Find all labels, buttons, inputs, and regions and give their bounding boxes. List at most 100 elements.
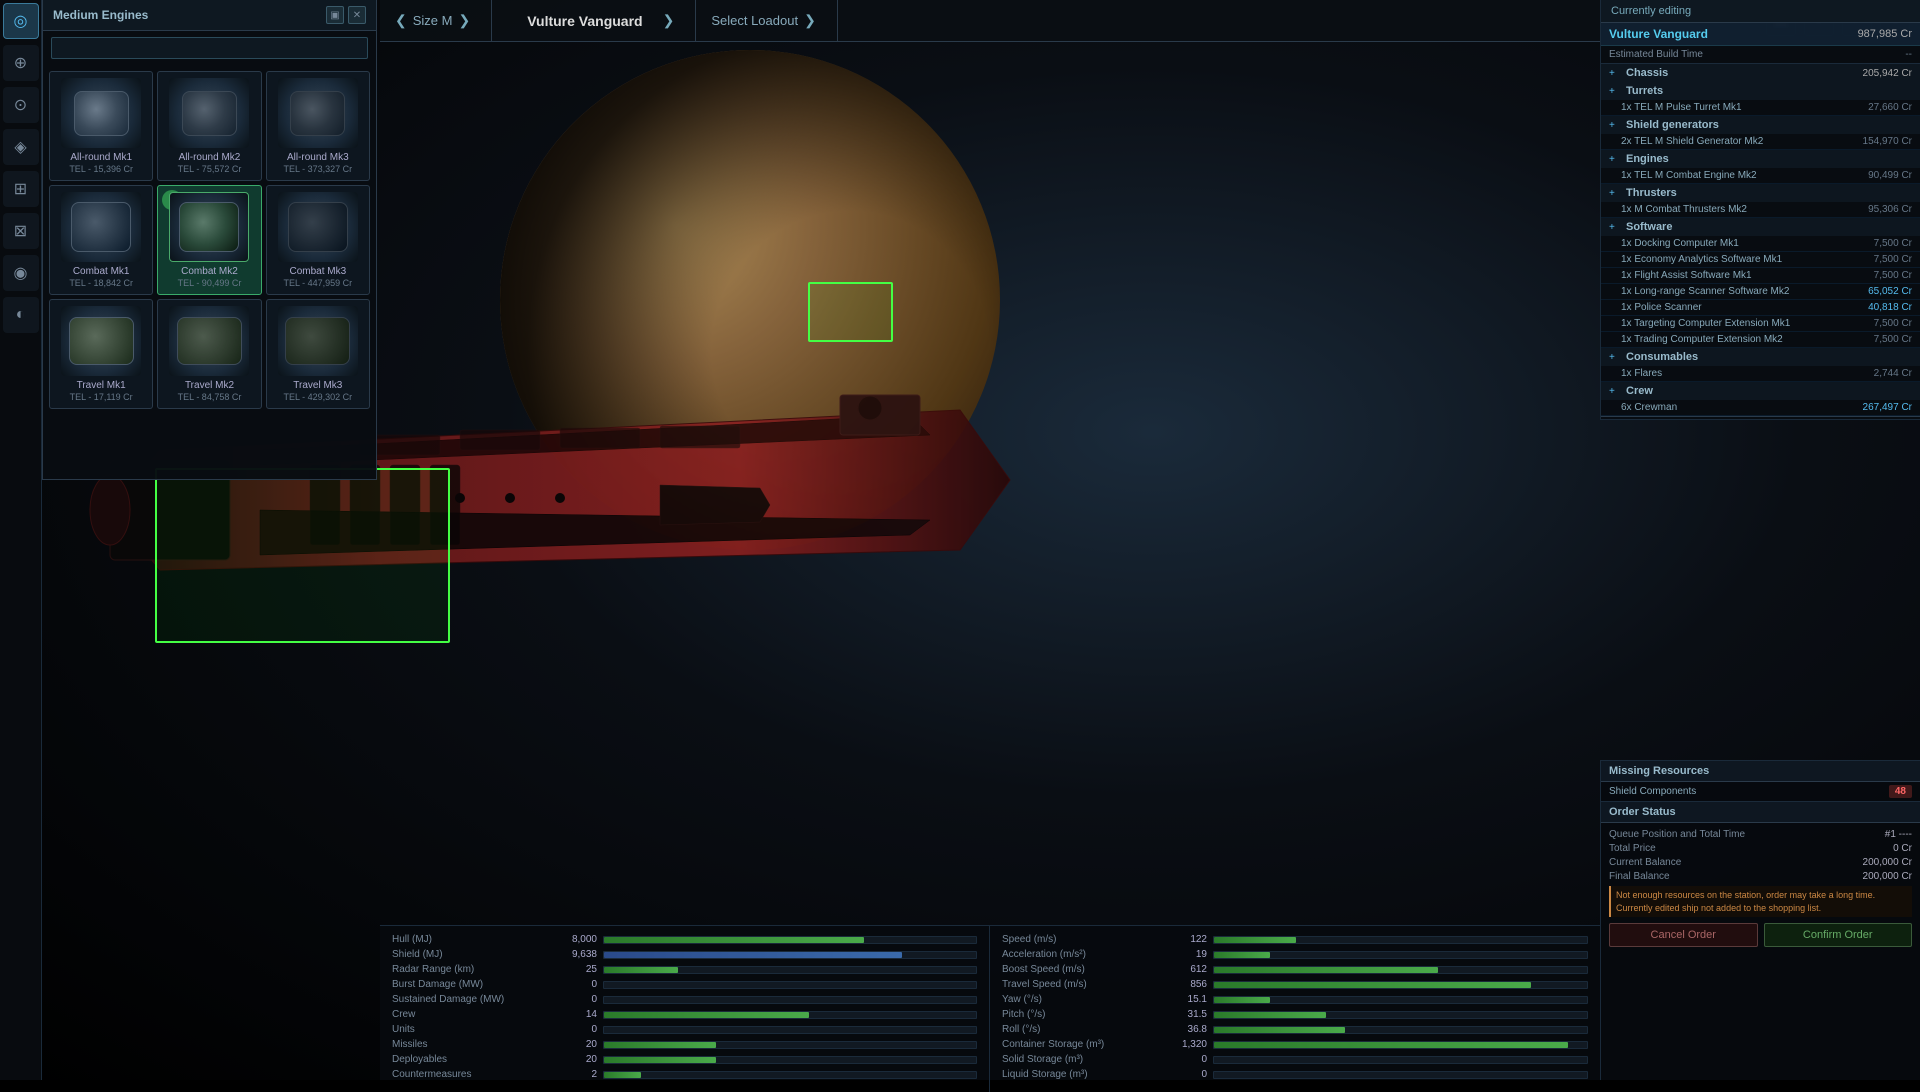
crew-item-0: 6x Crewman 267,497 Cr — [1601, 400, 1920, 416]
missing-item-label-0: Shield Components — [1609, 786, 1696, 797]
section-engines[interactable]: + Engines — [1601, 150, 1920, 168]
stat-label: Deployables — [392, 1054, 552, 1065]
stat-value: 2 — [552, 1069, 597, 1080]
stat-value: 0 — [1162, 1054, 1207, 1065]
size-arrow-left: ❮ — [395, 12, 407, 29]
stat-value: 1,320 — [1162, 1039, 1207, 1050]
order-balance-label: Current Balance — [1609, 857, 1681, 868]
stat-row: Burst Damage (MW)0 — [392, 979, 977, 990]
engine-name-travel-mk1: Travel Mk1 — [77, 380, 126, 392]
stat-bar-fill — [1214, 997, 1270, 1003]
stat-bar-bg — [1213, 996, 1588, 1004]
stat-label: Burst Damage (MW) — [392, 979, 552, 990]
chassis-cost: 205,942 Cr — [1863, 68, 1912, 79]
section-shields[interactable]: + Shield generators — [1601, 116, 1920, 134]
stat-value: 36.8 — [1162, 1024, 1207, 1035]
loadout-label: Select Loadout — [711, 13, 798, 28]
engine-img-allround-mk1 — [61, 78, 141, 148]
engine-name-combat-mk1: Combat Mk1 — [73, 266, 130, 278]
confirm-order-button[interactable]: Confirm Order — [1764, 923, 1913, 947]
order-status-section: Order Status Queue Position and Total Ti… — [1601, 802, 1920, 953]
cancel-order-button[interactable]: Cancel Order — [1609, 923, 1758, 947]
section-chassis[interactable]: + Chassis 205,942 Cr — [1601, 64, 1920, 82]
turret-item-name-0: 1x TEL M Pulse Turret Mk1 — [1621, 102, 1742, 113]
engine-item-travel-mk2[interactable]: Travel Mk2 TEL - 84,758 Cr — [157, 299, 261, 409]
engine-img-combat-mk1 — [61, 192, 141, 262]
crew-title: Crew — [1626, 385, 1912, 397]
section-consumables[interactable]: + Consumables — [1601, 348, 1920, 366]
stat-row: Yaw (°/s)15.1 — [1002, 994, 1588, 1005]
stat-label: Travel Speed (m/s) — [1002, 979, 1162, 990]
panel-shrink-btn[interactable]: ▣ — [326, 6, 344, 24]
nav-icon-1[interactable]: ⊕ — [3, 45, 39, 81]
section-crew[interactable]: + Crew — [1601, 382, 1920, 400]
software-expand-icon: + — [1609, 222, 1621, 233]
stat-row: Deployables20 — [392, 1054, 977, 1065]
stat-bar-fill — [1214, 1042, 1568, 1048]
ship-name-text: Vulture Vanguard — [1609, 27, 1708, 41]
stat-bar-bg — [1213, 1026, 1588, 1034]
engine-item-allround-mk2[interactable]: All-round Mk2 TEL - 75,572 Cr — [157, 71, 261, 181]
software-item-name-1: 1x Economy Analytics Software Mk1 — [1621, 254, 1782, 265]
engine-price-travel-mk2: TEL - 84,758 Cr — [178, 392, 242, 402]
search-input[interactable] — [51, 37, 368, 59]
stat-row: Hull (MJ)8,000 — [392, 934, 977, 945]
engine-item-combat-mk3[interactable]: Combat Mk3 TEL - 447,959 Cr — [266, 185, 370, 295]
order-warning-text: Not enough resources on the station, ord… — [1609, 886, 1912, 917]
stat-bar-fill — [1214, 952, 1270, 958]
nav-icon-4[interactable]: ⊞ — [3, 171, 39, 207]
engine-item-combat-mk2[interactable]: ✓ Combat Mk2 TEL - 90,499 Cr — [157, 185, 261, 295]
loadout-arrow: ❯ — [804, 12, 816, 29]
build-time-value: -- — [1905, 49, 1912, 60]
engine-name-combat-mk3: Combat Mk3 — [289, 266, 346, 278]
ship-name-selector[interactable]: Vulture Vanguard ❯ — [492, 0, 696, 41]
size-selector[interactable]: ❮ Size M ❯ — [380, 0, 492, 41]
engine-item-allround-mk3[interactable]: All-round Mk3 TEL - 373,327 Cr — [266, 71, 370, 181]
engine-shape — [74, 91, 129, 136]
nav-icon-7[interactable]: ◐ — [3, 297, 39, 333]
order-queue-value: #1 ---- — [1885, 829, 1912, 840]
engine-item-list-name-0: 1x TEL M Combat Engine Mk2 — [1621, 170, 1757, 181]
nav-icon-6[interactable]: ◉ — [3, 255, 39, 291]
nav-icon-5[interactable]: ⊠ — [3, 213, 39, 249]
stat-label: Boost Speed (m/s) — [1002, 964, 1162, 975]
order-final-value: 200,000 Cr — [1863, 871, 1912, 882]
chassis-expand-icon: + — [1609, 68, 1621, 79]
stat-bar-fill — [604, 1057, 716, 1063]
engine-item-travel-mk1[interactable]: Travel Mk1 TEL - 17,119 Cr — [49, 299, 153, 409]
stat-row: Boost Speed (m/s)612 — [1002, 964, 1588, 975]
consumable-item-name-0: 1x Flares — [1621, 368, 1662, 379]
stat-value: 122 — [1162, 934, 1207, 945]
loadout-selector[interactable]: Select Loadout ❯ — [696, 0, 837, 41]
panel-header-buttons: ▣ ✕ — [326, 6, 366, 24]
stat-bar-bg — [603, 1071, 977, 1079]
shopping-list-section: Shopping List — None — Add to shopping l… — [1601, 416, 1920, 420]
nav-icon-2[interactable]: ⊙ — [3, 87, 39, 123]
ship-name-row: Vulture Vanguard 987,985 Cr — [1601, 23, 1920, 46]
section-turrets[interactable]: + Turrets — [1601, 82, 1920, 100]
engine-price-allround-mk2: TEL - 75,572 Cr — [178, 164, 242, 174]
missing-resources-header: Missing Resources — [1601, 761, 1920, 782]
crew-expand-icon: + — [1609, 386, 1621, 397]
nav-icon-0[interactable]: ◎ — [3, 3, 39, 39]
engine-name-allround-mk3: All-round Mk3 — [287, 152, 349, 164]
section-software[interactable]: + Software — [1601, 218, 1920, 236]
nav-icon-3[interactable]: ◈ — [3, 129, 39, 165]
stat-row: Liquid Storage (m³)0 — [1002, 1069, 1588, 1080]
engine-name-combat-mk2: Combat Mk2 — [181, 266, 238, 278]
stat-value: 20 — [552, 1054, 597, 1065]
engine-item-allround-mk1[interactable]: All-round Mk1 TEL - 15,396 Cr — [49, 71, 153, 181]
stat-row: Missiles20 — [392, 1039, 977, 1050]
software-item-4: 1x Police Scanner 40,818 Cr — [1601, 300, 1920, 316]
engine-item-travel-mk3[interactable]: Travel Mk3 TEL - 429,302 Cr — [266, 299, 370, 409]
engine-item-combat-mk1[interactable]: Combat Mk1 TEL - 18,842 Cr — [49, 185, 153, 295]
section-thrusters[interactable]: + Thrusters — [1601, 184, 1920, 202]
engine-price-travel-mk1: TEL - 17,119 Cr — [70, 392, 133, 402]
software-item-3: 1x Long-range Scanner Software Mk2 65,05… — [1601, 284, 1920, 300]
stat-bar-fill — [604, 1042, 716, 1048]
order-queue-label: Queue Position and Total Time — [1609, 829, 1745, 840]
missing-item-0: Shield Components 48 — [1601, 782, 1920, 801]
software-item-name-3: 1x Long-range Scanner Software Mk2 — [1621, 286, 1789, 297]
panel-close-btn[interactable]: ✕ — [348, 6, 366, 24]
stat-label: Roll (°/s) — [1002, 1024, 1162, 1035]
